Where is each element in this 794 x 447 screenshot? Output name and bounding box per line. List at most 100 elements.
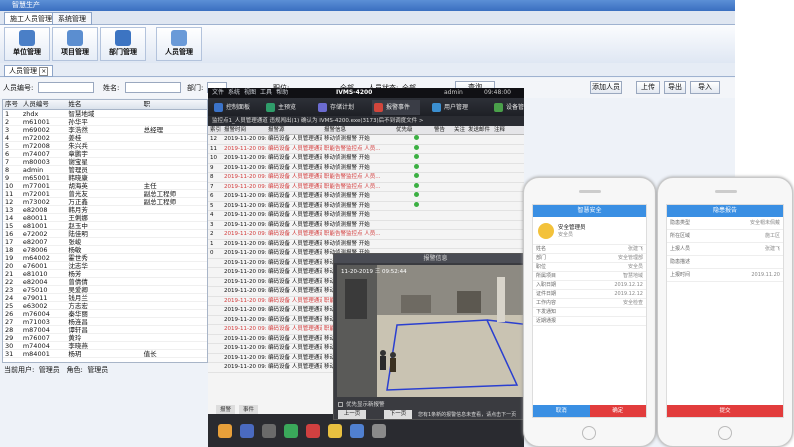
table-row[interactable]: 4 m72002 姜桂: [3, 134, 207, 142]
taskbar-app-icon[interactable]: [328, 424, 342, 438]
taskbar-app-icon[interactable]: [350, 424, 364, 438]
nav-item-2[interactable]: 存储计划: [316, 100, 354, 115]
table-row[interactable]: 17 e82007 张峻: [3, 238, 207, 246]
table-row[interactable]: 21 e81010 杨芳: [3, 270, 207, 278]
alarm-column-header[interactable]: 报警源: [266, 126, 322, 134]
report-field[interactable]: 隐患类型 安全帽未佩戴: [667, 217, 783, 230]
alarm-column-header[interactable]: 发送邮件: [466, 126, 492, 134]
menu-item[interactable]: 系统: [228, 89, 240, 96]
nav-item-4[interactable]: 用户管理: [430, 100, 468, 115]
table-row[interactable]: 19 m64002 霍世秀: [3, 254, 207, 262]
alarm-column-header[interactable]: 索引: [208, 126, 222, 134]
alarm-column-header[interactable]: 注释: [492, 126, 522, 134]
table-row[interactable]: 24 e79011 钱月兰: [3, 294, 207, 302]
table-row[interactable]: 29 m76007 黄玲: [3, 334, 207, 342]
alarm-column-header[interactable]: 报警信息: [322, 126, 394, 134]
table-row[interactable]: 11 m72001 曾光友 副总工程师: [3, 190, 207, 198]
taskbar-app-icon[interactable]: [218, 424, 232, 438]
close-icon[interactable]: ×: [39, 67, 49, 76]
table-row[interactable]: 3 m69002 李浩然 总经理: [3, 126, 207, 134]
alarm-row[interactable]: 11 2019-11-20 09:47:43编码设备 人员管理通道...职能告警监…: [208, 144, 524, 154]
tab-construction-personnel[interactable]: 施工人员管理: [4, 12, 58, 25]
table-row[interactable]: 20 e76001 沈志华: [3, 262, 207, 270]
table-row[interactable]: 25 e63002 方志宏: [3, 302, 207, 310]
table-row[interactable]: 2 m61001 孙华平: [3, 118, 207, 126]
export-button[interactable]: 导出: [664, 81, 686, 94]
report-field[interactable]: 上报时间 2019.11.20: [667, 269, 783, 282]
menu-item[interactable]: 视图: [244, 89, 256, 96]
add-person-button[interactable]: 添加人员: [590, 81, 622, 94]
table-row[interactable]: 15 e81001 赵玉中: [3, 222, 207, 230]
priority-option[interactable]: 优先显示新报警: [338, 400, 385, 408]
table-row[interactable]: 27 m71003 杨连昌: [3, 318, 207, 326]
table-row[interactable]: 14 e80011 王俐娜: [3, 214, 207, 222]
alarm-row[interactable]: 3 2019-11-20 09:40:48编码设备 人员管理通道...移动侦测报警…: [208, 221, 524, 230]
tab-event[interactable]: 事件: [239, 405, 259, 414]
table-row[interactable]: 31 m84001 杨玥 值长: [3, 350, 207, 358]
table-row[interactable]: 28 m87004 谭轩昌: [3, 326, 207, 334]
home-button[interactable]: [718, 426, 732, 440]
report-field[interactable]: 所在区域 施工区: [667, 230, 783, 243]
tab-system-management[interactable]: 系统管理: [52, 12, 92, 25]
alarm-column-header[interactable]: 关注: [452, 126, 466, 134]
import-button[interactable]: 导入: [690, 81, 720, 94]
report-field[interactable]: 隐患描述: [667, 256, 783, 269]
column-header[interactable]: 职: [142, 100, 207, 109]
menu-item[interactable]: 文件: [212, 89, 224, 96]
table-row[interactable]: 22 e82004 曾倩倩: [3, 278, 207, 286]
nav-item-3[interactable]: 报警事件: [372, 100, 420, 115]
taskbar-app-icon[interactable]: [240, 424, 254, 438]
alarm-column-header[interactable]: 报警时间: [222, 126, 266, 134]
alarm-row[interactable]: 9 2019-11-20 09:46:55编码设备 人员管理通道...移动侦测报警…: [208, 163, 524, 173]
nav-item-1[interactable]: 主预览: [264, 100, 296, 115]
tab-alarm[interactable]: 报警: [216, 405, 236, 414]
alarm-row[interactable]: 2 2019-11-20 09:40:39编码设备 人员管理通道...职能告警监控…: [208, 230, 524, 240]
alarm-row[interactable]: 6 2019-11-20 09:42:08编码设备 人员管理通道...移动侦测报警…: [208, 192, 524, 202]
table-row[interactable]: 16 e72002 陆佳明: [3, 230, 207, 238]
ribbon-button-2[interactable]: 部门管理: [100, 27, 146, 61]
alarm-column-header[interactable]: 警告: [432, 126, 452, 134]
table-row[interactable]: 5 m72008 朱兴兵: [3, 142, 207, 150]
upload-button[interactable]: 上传: [636, 81, 660, 94]
taskbar-app-icon[interactable]: [306, 424, 320, 438]
column-header[interactable]: 人员编号: [21, 100, 67, 109]
table-row[interactable]: 9 m65001 韩晓康: [3, 174, 207, 182]
menu-item[interactable]: 帮助: [276, 89, 288, 96]
table-row[interactable]: 1 zhdx 智慧地域: [3, 110, 207, 118]
taskbar-app-icon[interactable]: [284, 424, 298, 438]
alarm-column-header[interactable]: 优先级: [394, 126, 432, 134]
nav-item-5[interactable]: 设备管理: [492, 100, 524, 126]
cancel-button[interactable]: 取消: [533, 405, 590, 417]
confirm-button[interactable]: 确定: [589, 405, 646, 417]
alarm-row[interactable]: 5 2019-11-20 09:41:53编码设备 人员管理通道...移动侦测报警…: [208, 201, 524, 211]
checkbox[interactable]: [338, 401, 343, 407]
table-row[interactable]: 12 m73002 万正鑫 副总工程师: [3, 198, 207, 206]
alarm-row[interactable]: 12 2019-11-20 09:47:48编码设备 人员管理通道...移动侦测报…: [208, 135, 524, 145]
ribbon-button-1[interactable]: 项目管理: [52, 27, 98, 61]
alarm-row[interactable]: 7 2019-11-20 09:42:20编码设备 人员管理通道...职能告警监控…: [208, 182, 524, 192]
table-row[interactable]: 8 admin 管理员: [3, 166, 207, 174]
table-row[interactable]: 13 e82008 韩月芳: [3, 206, 207, 214]
alarm-row[interactable]: 8 2019-11-20 09:46:42编码设备 人员管理通道...职能告警监控…: [208, 173, 524, 183]
person-id-input[interactable]: [38, 82, 94, 93]
table-row[interactable]: 10 m77001 胡海英 主任: [3, 182, 207, 190]
taskbar-app-icon[interactable]: [262, 424, 276, 438]
next-page-button[interactable]: 下一页: [384, 410, 412, 419]
ribbon-button-3[interactable]: 人员管理: [156, 27, 202, 61]
column-header[interactable]: 序号: [3, 100, 21, 109]
alarm-row[interactable]: 4 2019-11-20 09:41:07编码设备 人员管理通道...移动侦测报警…: [208, 211, 524, 221]
table-row[interactable]: 6 m74007 章鹏宇: [3, 150, 207, 158]
alarm-row[interactable]: 1 2019-11-20 09:40:06编码设备 人员管理通道...移动侦测报警…: [208, 240, 524, 249]
nav-item-0[interactable]: 控制面板: [212, 100, 250, 115]
table-row[interactable]: 30 m74004 李晓燕: [3, 342, 207, 350]
prev-page-button[interactable]: 上一页: [338, 410, 366, 419]
ribbon-button-0[interactable]: 单位管理: [4, 27, 50, 61]
table-row[interactable]: 23 e75010 吴爱卿: [3, 286, 207, 294]
column-header[interactable]: 姓名: [66, 100, 141, 109]
alarm-row[interactable]: 10 2019-11-20 09:47:07编码设备 人员管理通道...移动侦测报…: [208, 154, 524, 164]
tab-personnel-management[interactable]: 人员管理 ×: [4, 65, 54, 77]
report-field[interactable]: 上报人员 张建飞: [667, 243, 783, 256]
menu-item[interactable]: 工具: [260, 89, 272, 96]
home-button[interactable]: [582, 426, 596, 440]
table-row[interactable]: 7 m80003 谢宝星: [3, 158, 207, 166]
